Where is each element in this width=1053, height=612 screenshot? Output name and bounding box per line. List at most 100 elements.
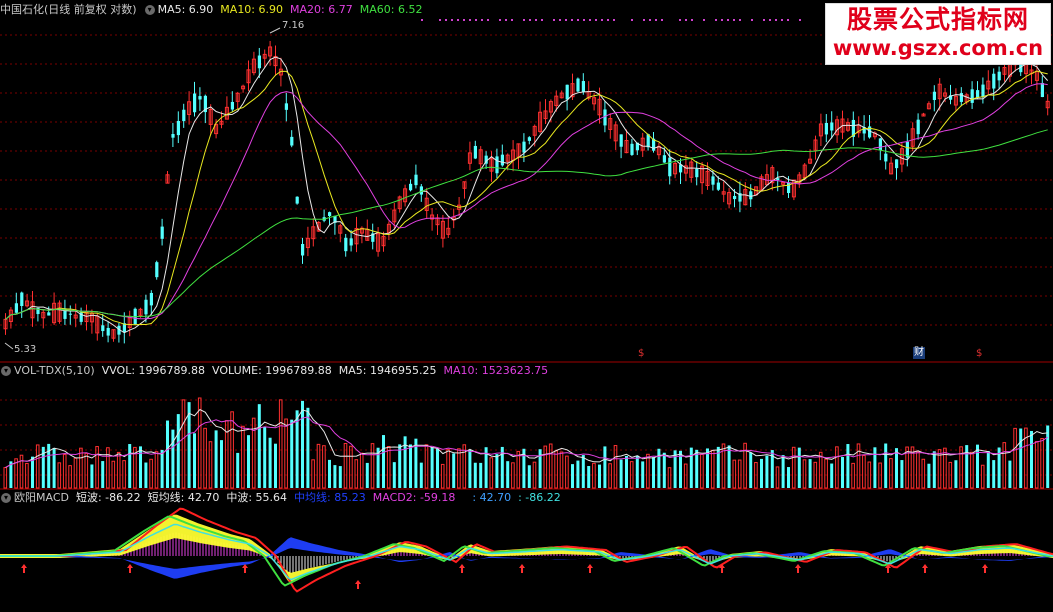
- signal-dot: [655, 19, 657, 21]
- volume-bar: [338, 466, 342, 488]
- signal-dot: [577, 19, 579, 21]
- volume-bar: [392, 462, 396, 488]
- volume-bar: [257, 404, 261, 488]
- volume-bar: [160, 449, 164, 488]
- volume-bar: [57, 462, 62, 489]
- volume-bar: [203, 427, 207, 489]
- signal-dot: [799, 19, 801, 21]
- volume-bar: [403, 436, 407, 488]
- volume-bar: [230, 411, 234, 489]
- candle-body: [603, 109, 607, 126]
- signal-dot: [607, 19, 609, 21]
- volume-bar: [436, 448, 439, 488]
- buy-arrow-icon: [922, 564, 928, 573]
- candle-body: [182, 109, 186, 122]
- volume-bar: [986, 450, 990, 488]
- candle-body: [495, 156, 499, 174]
- volume-panel-header: ▾ VOL-TDX(5,10) VVOL: 1996789.88 VOLUME:…: [0, 364, 555, 378]
- chevron-down-icon[interactable]: ▾: [1, 493, 11, 503]
- volume-bar: [365, 462, 369, 488]
- signal-dot: [685, 19, 687, 21]
- volume-bar: [116, 451, 121, 489]
- volume-bar: [382, 435, 385, 488]
- dividend-marker-2[interactable]: $: [976, 348, 982, 360]
- signal-dot: [463, 19, 465, 21]
- volume-bar: [980, 464, 985, 489]
- volume-bar: [176, 414, 180, 488]
- signal-dot: [475, 19, 477, 21]
- candle-body: [301, 243, 305, 256]
- volume-bar: [527, 465, 531, 488]
- signal-dot: [775, 19, 777, 21]
- candle-body: [20, 292, 24, 306]
- volume-bar: [128, 444, 132, 488]
- candle-body: [149, 292, 153, 306]
- finance-marker[interactable]: 财: [913, 347, 925, 359]
- volume-bar: [111, 460, 116, 489]
- high-price-label: 7.16: [282, 20, 305, 31]
- signal-dot: [601, 19, 603, 21]
- volume-bar: [992, 460, 996, 488]
- price-title: 中国石化(日线 前复权 对数): [0, 3, 137, 16]
- candle-body: [1040, 82, 1044, 98]
- volume-bar: [619, 459, 623, 488]
- signal-dot: [505, 19, 507, 21]
- volume-bar: [683, 463, 688, 489]
- candle-body: [619, 134, 623, 147]
- volume-bar: [700, 453, 704, 489]
- candle-body: [409, 183, 413, 191]
- candle-body: [711, 176, 715, 185]
- volume-bar: [290, 419, 294, 488]
- volume-bar: [220, 440, 223, 488]
- volume-bar: [73, 457, 78, 489]
- volume-bar: [775, 466, 780, 489]
- buy-arrow-icon: [21, 564, 27, 573]
- volume-bar: [976, 444, 979, 488]
- volume-bar: [765, 455, 769, 488]
- indicator-ma20: MA20: 6.77: [290, 3, 353, 16]
- volume-bar: [263, 426, 267, 488]
- stock-chart-canvas[interactable]: [0, 0, 1053, 612]
- volume-bar: [706, 448, 709, 488]
- watermark-line2: www.gszx.com.cn: [832, 36, 1044, 60]
- volume-bar: [90, 464, 94, 488]
- buy-arrow-icon: [459, 564, 465, 573]
- volume-bar: [565, 455, 569, 489]
- candle-body: [992, 73, 996, 89]
- watermark-logo: 股票公式指标网 www.gszx.com.cn: [825, 3, 1051, 65]
- volume-bar: [970, 451, 974, 489]
- signal-dot: [565, 19, 567, 21]
- volume-bar: [25, 462, 29, 489]
- buy-arrow-icon: [982, 564, 988, 573]
- indicator-macd2: MACD2: -59.18: [372, 491, 456, 504]
- signal-dot: [529, 19, 531, 21]
- chevron-down-icon[interactable]: ▾: [1, 366, 11, 376]
- volume-bar: [446, 449, 450, 489]
- candle-body: [328, 212, 332, 217]
- candle-body: [668, 157, 672, 177]
- volume-bar: [139, 446, 142, 488]
- volume-bar: [646, 453, 650, 489]
- signal-dot: [583, 19, 585, 21]
- volume-bar: [31, 456, 34, 488]
- signal-dot: [541, 19, 543, 21]
- chevron-down-icon[interactable]: ▾: [144, 5, 155, 15]
- volume-bar: [581, 455, 585, 488]
- candle-body: [662, 155, 666, 163]
- volume-bar: [306, 407, 310, 488]
- signal-dot: [769, 19, 771, 21]
- price-panel-header: 中国石化(日线 前复权 对数) ▾ MA5: 6.90 MA10: 6.90 M…: [0, 3, 429, 17]
- dividend-marker[interactable]: $: [638, 348, 644, 360]
- signal-dot: [559, 19, 561, 21]
- volume-bar: [954, 460, 958, 488]
- candle-body: [193, 93, 197, 113]
- macd-panel-header: ▾ 欧阳MACD 短波: -86.22 短均线: 42.70 中波: 55.64…: [0, 491, 568, 505]
- volume-bar: [122, 460, 126, 489]
- candle-body: [160, 226, 164, 239]
- volume-bar: [489, 457, 494, 489]
- volume-bar: [1034, 441, 1039, 489]
- signal-dot: [691, 19, 693, 21]
- volume-bar: [149, 458, 153, 489]
- signal-dot: [661, 19, 663, 21]
- signal-dot: [499, 19, 501, 21]
